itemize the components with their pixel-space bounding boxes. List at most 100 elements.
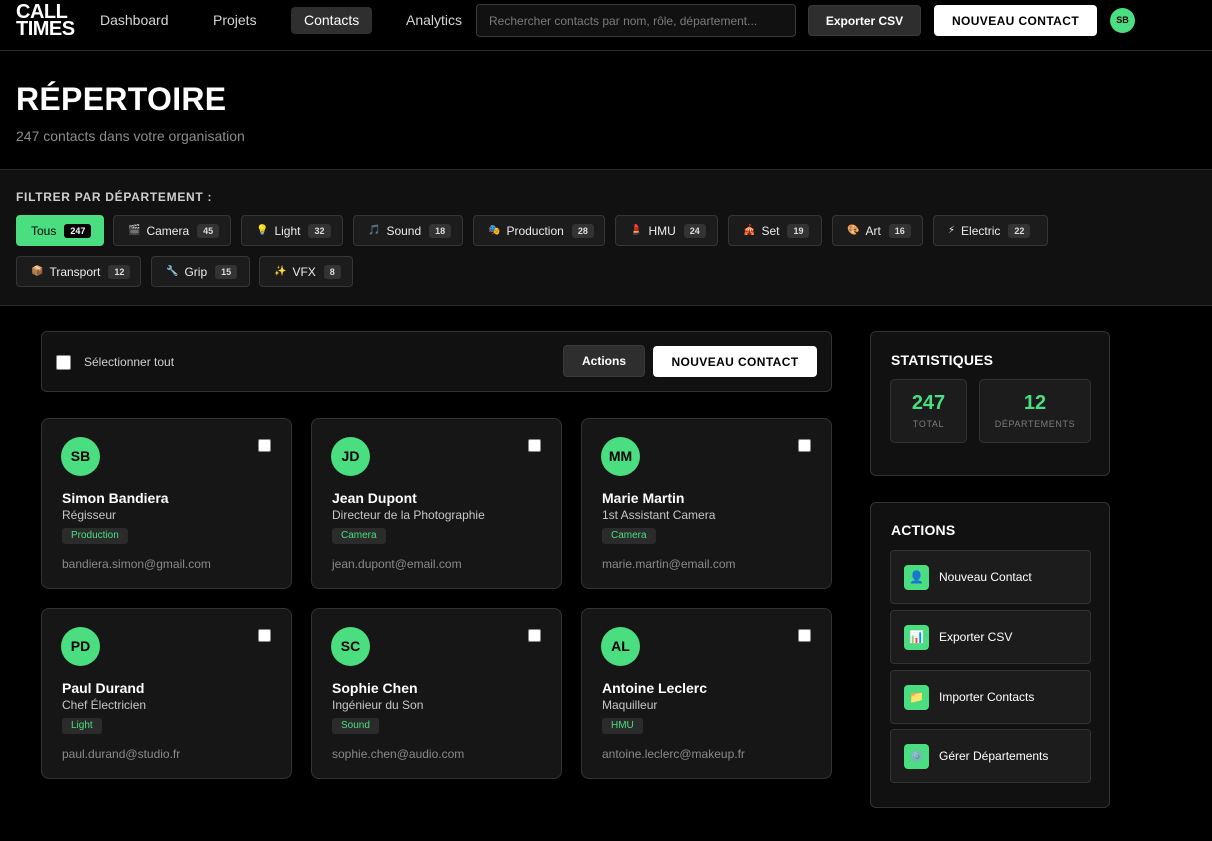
contact-email[interactable]: antoine.leclerc@makeup.fr	[602, 747, 745, 761]
contact-role: Directeur de la Photographie	[332, 508, 485, 522]
statistics-title: STATISTIQUES	[891, 352, 994, 368]
contact-email[interactable]: marie.martin@email.com	[602, 557, 736, 571]
contact-checkbox[interactable]	[258, 629, 271, 642]
filter-chip-sound[interactable]: 🎵 Sound 18	[353, 215, 463, 246]
contact-checkbox[interactable]	[528, 439, 541, 452]
stat-label: DÉPARTEMENTS	[994, 419, 1076, 429]
stat-label: TOTAL	[912, 419, 945, 429]
chip-label: Electric	[961, 223, 1001, 238]
action-label: Exporter CSV	[939, 630, 1013, 644]
department-tag: Camera	[332, 528, 386, 544]
stat-value: 12	[1023, 392, 1047, 414]
select-all-checkbox[interactable]	[56, 355, 71, 370]
filter-chip-tous[interactable]: Tous 247	[16, 215, 104, 246]
actions-button[interactable]: Actions	[563, 345, 645, 377]
chip-count: 32	[308, 223, 331, 238]
chip-label: Light	[274, 223, 301, 238]
stat-departments: 12 DÉPARTEMENTS	[979, 379, 1091, 443]
search-input[interactable]	[476, 4, 796, 37]
contact-card[interactable]: SC Sophie Chen Ingénieur du Son Sound so…	[311, 608, 562, 779]
chip-label: Sound	[386, 223, 422, 238]
chip-label: Camera	[146, 223, 190, 238]
statistics-panel: STATISTIQUES 247 TOTAL 12 DÉPARTEMENTS	[870, 331, 1110, 476]
contact-role: Ingénieur du Son	[332, 698, 424, 712]
filter-chip-vfx[interactable]: ✨ VFX 8	[259, 256, 353, 287]
sparkles-icon: ✨	[274, 266, 287, 277]
contact-email[interactable]: sophie.chen@audio.com	[332, 747, 464, 761]
contact-email[interactable]: jean.dupont@email.com	[332, 557, 462, 571]
filter-chip-camera[interactable]: 🎬 Camera 45	[113, 215, 231, 246]
contact-name: Simon Bandiera	[62, 490, 169, 506]
contact-card[interactable]: PD Paul Durand Chef Électricien Light pa…	[41, 608, 292, 779]
chip-count: 247	[64, 223, 92, 238]
contacts-toolbar: Sélectionner tout Actions NOUVEAU CONTAC…	[41, 331, 832, 392]
chip-count: 24	[683, 223, 706, 238]
nav-dashboard[interactable]: Dashboard	[87, 7, 182, 34]
chip-label: Production	[506, 223, 564, 238]
chip-count: 45	[197, 223, 220, 238]
app-logo[interactable]: CALL TIMES	[16, 2, 75, 39]
contact-checkbox[interactable]	[258, 439, 271, 452]
chip-label: Set	[761, 223, 780, 238]
filter-chip-grip[interactable]: 🔧 Grip 15	[151, 256, 250, 287]
action-label: Gérer Départements	[939, 749, 1049, 763]
department-tag: Production	[62, 528, 128, 544]
chip-label: HMU	[648, 223, 676, 238]
clapperboard-icon: 🎬	[128, 225, 141, 236]
contact-name: Sophie Chen	[332, 680, 418, 696]
contact-checkbox[interactable]	[798, 629, 811, 642]
export-csv-button[interactable]: Exporter CSV	[808, 5, 921, 36]
new-contact-button[interactable]: NOUVEAU CONTACT	[934, 5, 1097, 36]
select-all-label[interactable]: Sélectionner tout	[84, 355, 174, 369]
contact-avatar: PD	[61, 627, 100, 666]
filter-chip-set[interactable]: 🎪 Set 19	[728, 215, 822, 246]
contact-role: Maquilleur	[602, 698, 658, 712]
filter-chip-hmu[interactable]: 💄 HMU 24	[615, 215, 718, 246]
lightbulb-icon: 💡	[256, 225, 269, 236]
contact-card[interactable]: MM Marie Martin 1st Assistant Camera Cam…	[581, 418, 832, 589]
contact-checkbox[interactable]	[798, 439, 811, 452]
stat-value: 247	[911, 392, 946, 414]
action-new-contact[interactable]: 👤 Nouveau Contact	[890, 550, 1091, 604]
filter-chip-transport[interactable]: 📦 Transport 12	[16, 256, 141, 287]
chip-label: Transport	[49, 264, 101, 279]
filter-chip-light[interactable]: 💡 Light 32	[241, 215, 343, 246]
contact-name: Paul Durand	[62, 680, 145, 696]
package-icon: 📦	[31, 266, 44, 277]
action-manage-departments[interactable]: ⚙️ Gérer Départements	[890, 729, 1091, 783]
department-tag: Sound	[332, 718, 379, 734]
action-label: Importer Contacts	[939, 690, 1035, 704]
nav-analytics[interactable]: Analytics	[393, 7, 475, 34]
new-contact-button-secondary[interactable]: NOUVEAU CONTACT	[653, 346, 817, 377]
contact-email[interactable]: bandiera.simon@gmail.com	[62, 557, 211, 571]
music-note-icon: 🎵	[368, 225, 381, 236]
contact-role: Régisseur	[62, 508, 117, 522]
circus-tent-icon: 🎪	[743, 225, 756, 236]
wrench-icon: 🔧	[166, 266, 179, 277]
gear-icon: ⚙️	[904, 744, 929, 769]
contact-role: Chef Électricien	[62, 698, 147, 712]
actions-title: ACTIONS	[891, 522, 956, 538]
contact-card[interactable]: JD Jean Dupont Directeur de la Photograp…	[311, 418, 562, 589]
nav-projets[interactable]: Projets	[200, 7, 270, 34]
department-filter: FILTRER PAR DÉPARTEMENT : Tous 247 🎬 Cam…	[0, 169, 1212, 306]
nav-contacts[interactable]: Contacts	[291, 7, 373, 34]
contact-card[interactable]: SB Simon Bandiera Régisseur Production b…	[41, 418, 292, 589]
theater-masks-icon: 🎭	[488, 225, 501, 236]
contact-card[interactable]: AL Antoine Leclerc Maquilleur HMU antoin…	[581, 608, 832, 779]
filter-chip-production[interactable]: 🎭 Production 28	[473, 215, 605, 246]
action-import-contacts[interactable]: 📁 Importer Contacts	[890, 670, 1091, 724]
bar-chart-icon: 📊	[904, 625, 929, 650]
top-navigation-bar: CALL TIMES Dashboard Projets Contacts An…	[0, 0, 1212, 51]
filter-chip-art[interactable]: 🎨 Art 16	[832, 215, 923, 246]
palette-icon: 🎨	[847, 225, 860, 236]
contact-role: 1st Assistant Camera	[602, 508, 716, 522]
action-export-csv[interactable]: 📊 Exporter CSV	[890, 610, 1091, 664]
chip-label: VFX	[292, 264, 316, 279]
contact-email[interactable]: paul.durand@studio.fr	[62, 747, 180, 761]
contact-checkbox[interactable]	[528, 629, 541, 642]
contact-avatar: MM	[601, 437, 640, 476]
filter-chip-electric[interactable]: ⚡ Electric 22	[933, 215, 1048, 246]
chip-label: Tous	[31, 223, 57, 238]
user-avatar[interactable]: SB	[1110, 8, 1135, 33]
